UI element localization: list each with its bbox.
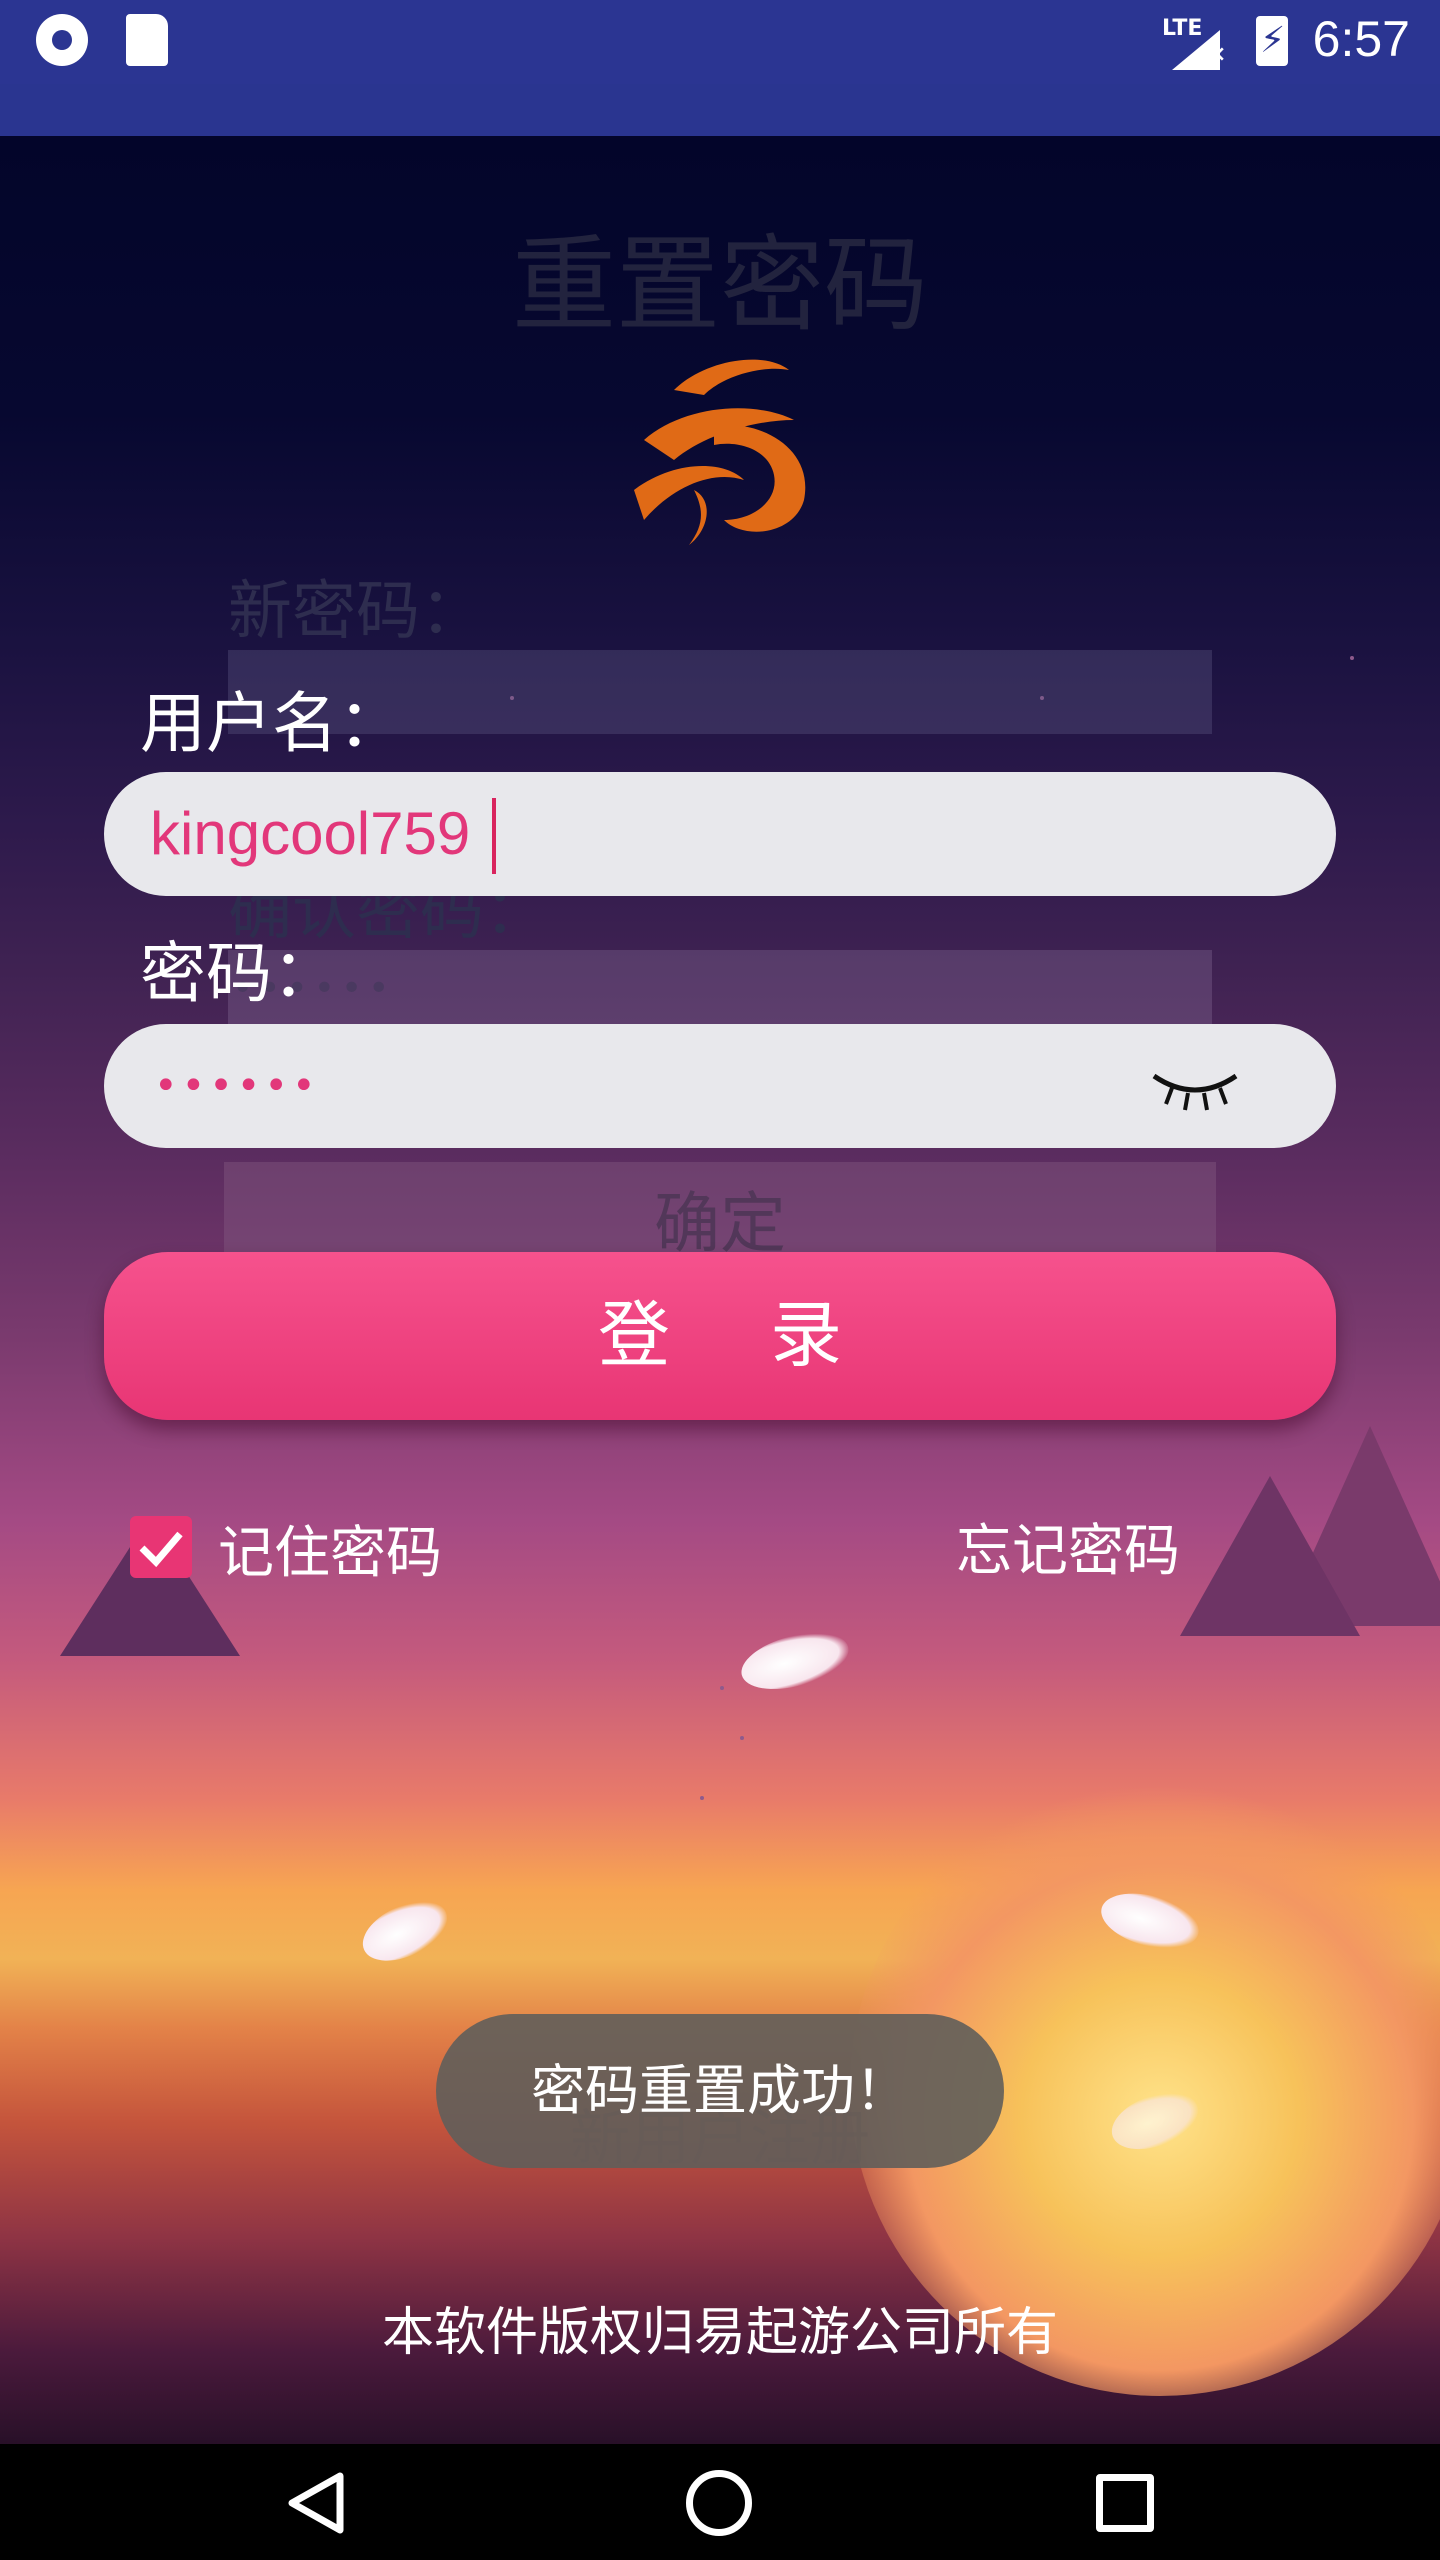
back-icon[interactable] [284,2470,350,2536]
star [700,1796,704,1800]
toast-message: 密码重置成功！ [531,2059,909,2122]
remember-password-label[interactable]: 记住密码 [218,1508,442,1589]
fish-decoration [735,1622,855,1700]
new-password-label: 新密码： [228,575,484,649]
forgot-password-link[interactable]: 忘记密码 [956,1506,1180,1587]
remember-password-checkbox[interactable] [130,1516,192,1578]
text-cursor [492,798,496,874]
star [1350,656,1354,660]
status-bar: LTE × ⚡ 6:57 [0,0,1440,84]
star [740,1736,744,1740]
password-value: •••••• [154,1063,320,1109]
password-input[interactable]: •••••• [104,1024,1336,1148]
username-value: kingcool759 [150,800,471,867]
reset-password-title: 重置密码 [511,224,928,346]
recent-apps-icon[interactable] [1096,2474,1154,2532]
username-input[interactable]: kingcool759 [104,772,1336,896]
fish-decoration [353,1889,457,1973]
checkmark-icon [139,1531,183,1568]
home-icon[interactable] [686,2470,752,2536]
sd-card-icon [126,14,168,66]
app-bar [0,84,1440,136]
username-label: 用户名： [140,685,404,762]
toast: 密码重置成功！ [436,2014,1004,2168]
charging-bolt-icon: ⚡ [1260,20,1286,61]
app-logo-icon [634,359,806,545]
navigation-bar [0,2444,1440,2560]
mountain-shape [1180,1476,1360,1636]
login-button[interactable]: 登 录 [104,1252,1336,1420]
copyright-text: 本软件版权归易起游公司所有 [381,2303,1058,2363]
no-data-icon: × [1208,42,1227,67]
star [720,1686,724,1690]
recording-icon [36,14,88,66]
password-label: 密码： [140,935,338,1012]
login-button-label: 登 录 [597,1296,882,1376]
eye-closed-icon[interactable] [1150,1064,1240,1114]
status-time: 6:57 [1312,11,1410,67]
